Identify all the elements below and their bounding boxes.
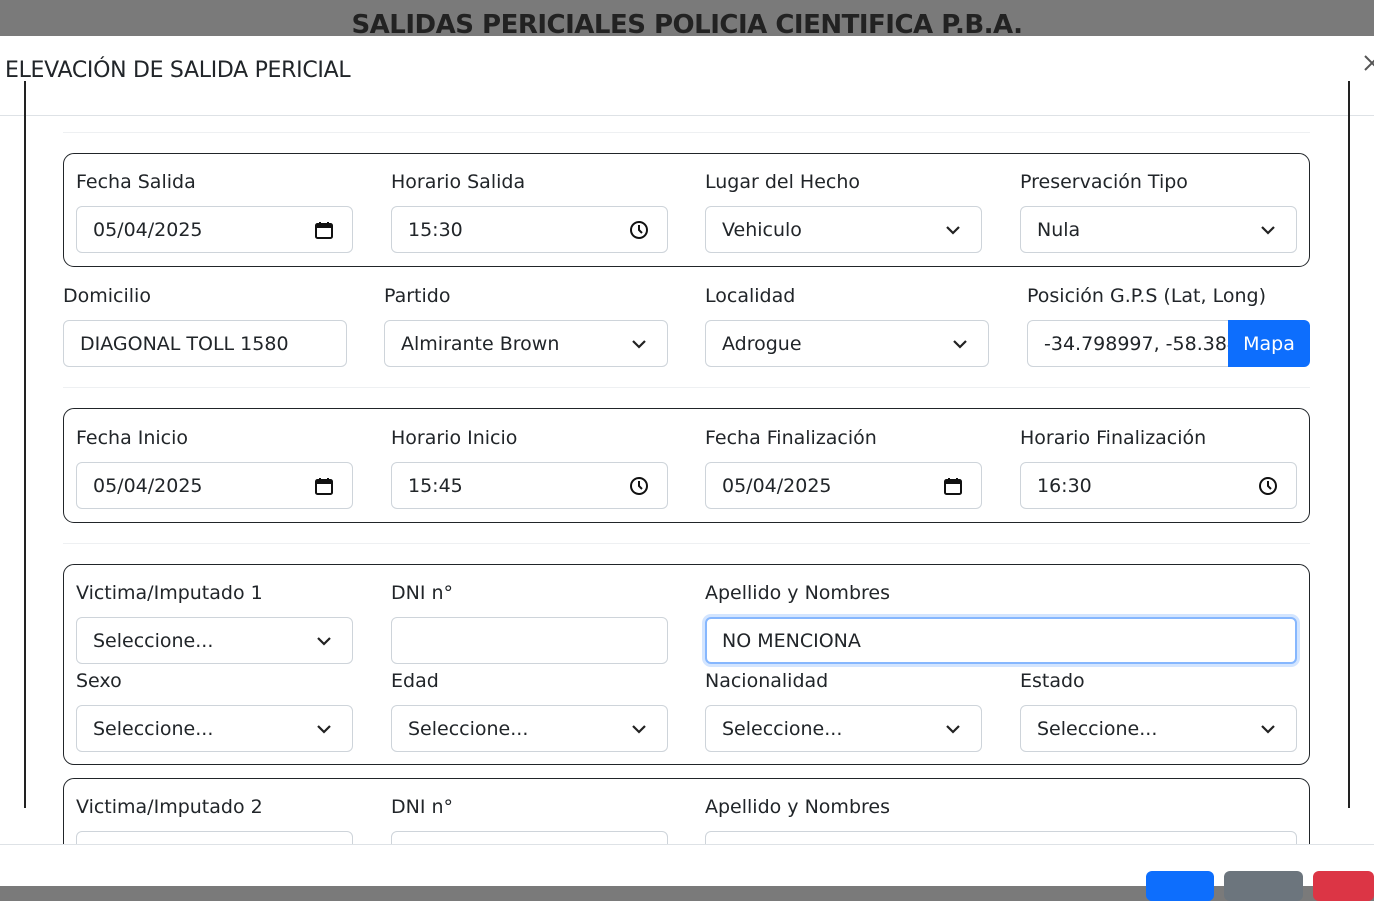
chevron-down-icon: [1261, 226, 1275, 235]
preservacion-tipo-value: Nula: [1037, 218, 1081, 241]
calendar-icon[interactable]: [943, 476, 963, 496]
fecha-inicio-value: 05/04/2025: [93, 474, 203, 497]
fecha-salida-value: 05/04/2025: [93, 218, 203, 241]
footer-secondary-button[interactable]: [1224, 871, 1303, 901]
fecha-inicio-label: Fecha Inicio: [76, 427, 189, 449]
victima-2-dni-label: DNI n°: [391, 796, 454, 818]
gps-value: -34.798997, -58.3848: [1044, 332, 1228, 355]
victima-1-edad-select[interactable]: Seleccione...: [391, 705, 668, 752]
horario-finalizacion-label: Horario Finalización: [1020, 427, 1207, 449]
victima-1-sexo-value: Seleccione...: [93, 717, 214, 740]
preservacion-tipo-label: Preservación Tipo: [1020, 171, 1188, 193]
victima-1-tipo-label: Victima/Imputado 1: [76, 582, 263, 604]
horario-inicio-label: Horario Inicio: [391, 427, 518, 449]
victima-1-tipo-value: Seleccione...: [93, 629, 214, 652]
modal-footer: [0, 844, 1374, 901]
horario-inicio-input[interactable]: 15:45: [391, 462, 668, 509]
victima-2-tipo-label: Victima/Imputado 2: [76, 796, 263, 818]
victima-1-nacionalidad-value: Seleccione...: [722, 717, 843, 740]
victima-1-nacionalidad-label: Nacionalidad: [705, 670, 829, 692]
footer-danger-button[interactable]: [1313, 871, 1374, 901]
victima-1-estado-select[interactable]: Seleccione...: [1020, 705, 1297, 752]
chevron-down-icon: [317, 725, 331, 734]
victima-1-sexo-label: Sexo: [76, 670, 122, 692]
domicilio-value: DIAGONAL TOLL 1580: [80, 332, 289, 355]
victima-1-edad-label: Edad: [391, 670, 439, 692]
preservacion-tipo-select[interactable]: Nula: [1020, 206, 1297, 253]
close-icon: [1364, 55, 1374, 71]
victima-1-estado-label: Estado: [1020, 670, 1085, 692]
gps-input[interactable]: -34.798997, -58.3848: [1027, 320, 1229, 367]
victima-1-nombre-value: NO MENCIONA: [722, 629, 861, 652]
fecha-finalizacion-label: Fecha Finalización: [705, 427, 877, 449]
divider: [63, 543, 1310, 544]
partido-select[interactable]: Almirante Brown: [384, 320, 668, 367]
domicilio-input[interactable]: DIAGONAL TOLL 1580: [63, 320, 347, 367]
close-button[interactable]: [1362, 52, 1374, 78]
horario-finalizacion-input[interactable]: 16:30: [1020, 462, 1297, 509]
partido-value: Almirante Brown: [401, 332, 560, 355]
clock-icon[interactable]: [629, 476, 649, 496]
calendar-icon[interactable]: [314, 476, 334, 496]
footer-primary-button[interactable]: [1146, 871, 1214, 901]
victima-1-sexo-select[interactable]: Seleccione...: [76, 705, 353, 752]
victima-1-nombre-label: Apellido y Nombres: [705, 582, 890, 604]
victima-1-edad-value: Seleccione...: [408, 717, 529, 740]
mapa-button[interactable]: Mapa: [1228, 320, 1310, 367]
horario-salida-value: 15:30: [408, 218, 463, 241]
clock-icon[interactable]: [629, 220, 649, 240]
partido-label: Partido: [384, 285, 451, 307]
divider: [63, 387, 1310, 388]
domicilio-label: Domicilio: [63, 285, 151, 307]
fecha-salida-input[interactable]: 05/04/2025: [76, 206, 353, 253]
horario-inicio-value: 15:45: [408, 474, 463, 497]
victima-1-nombre-input[interactable]: NO MENCIONA: [705, 617, 1297, 664]
fecha-finalizacion-value: 05/04/2025: [722, 474, 832, 497]
localidad-value: Adrogue: [722, 332, 802, 355]
chevron-down-icon: [632, 340, 646, 349]
victima-1-estado-value: Seleccione...: [1037, 717, 1158, 740]
victima-1-nacionalidad-select[interactable]: Seleccione...: [705, 705, 982, 752]
modal-title: ELEVACIÓN DE SALIDA PERICIAL: [5, 58, 351, 83]
fecha-inicio-input[interactable]: 05/04/2025: [76, 462, 353, 509]
clock-icon[interactable]: [1258, 476, 1278, 496]
victima-1-tipo-select[interactable]: Seleccione...: [76, 617, 353, 664]
lugar-hecho-value: Vehiculo: [722, 218, 802, 241]
chevron-down-icon: [946, 725, 960, 734]
horario-finalizacion-value: 16:30: [1037, 474, 1092, 497]
gps-label: Posición G.P.S (Lat, Long): [1027, 285, 1266, 307]
chevron-down-icon: [953, 340, 967, 349]
victima-1-dni-input[interactable]: [391, 617, 668, 664]
chevron-down-icon: [632, 725, 646, 734]
lugar-hecho-label: Lugar del Hecho: [705, 171, 861, 193]
chevron-down-icon: [317, 637, 331, 646]
horario-salida-input[interactable]: 15:30: [391, 206, 668, 253]
chevron-down-icon: [1261, 725, 1275, 734]
divider: [63, 132, 1310, 133]
fecha-salida-label: Fecha Salida: [76, 171, 196, 193]
fecha-finalizacion-input[interactable]: 05/04/2025: [705, 462, 982, 509]
chevron-down-icon: [946, 226, 960, 235]
calendar-icon[interactable]: [314, 220, 334, 240]
lugar-hecho-select[interactable]: Vehiculo: [705, 206, 982, 253]
horario-salida-label: Horario Salida: [391, 171, 526, 193]
victima-2-nombre-label: Apellido y Nombres: [705, 796, 890, 818]
victima-1-dni-label: DNI n°: [391, 582, 454, 604]
localidad-label: Localidad: [705, 285, 796, 307]
localidad-select[interactable]: Adrogue: [705, 320, 989, 367]
